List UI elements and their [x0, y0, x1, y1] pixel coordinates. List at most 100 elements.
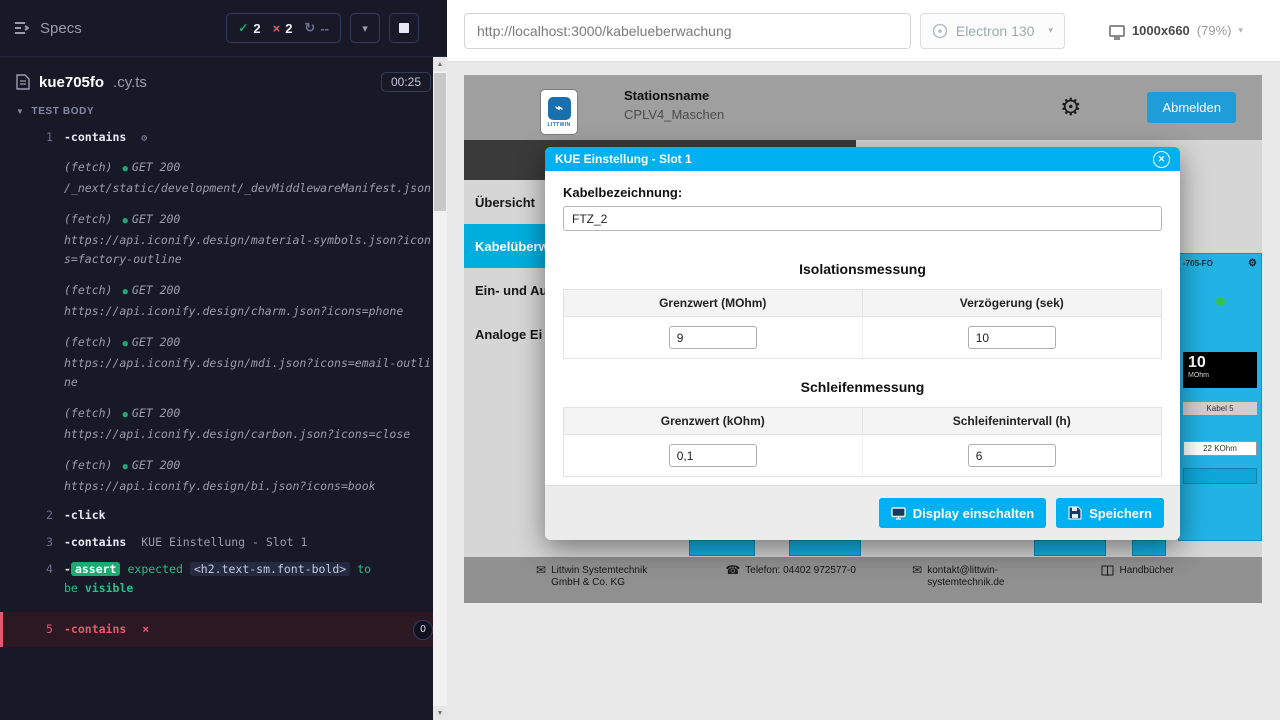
- sidebar-scrollbar[interactable]: ▲ ▼: [433, 57, 447, 720]
- nav-label: Analoge Ei: [475, 327, 542, 342]
- measurement-value: 10: [1188, 354, 1252, 372]
- modal-close-button[interactable]: ✕: [1153, 151, 1170, 168]
- fetch-log-entry[interactable]: (fetch)●GET 200 https://api.iconify.desi…: [0, 327, 447, 398]
- stat-passed: ✓ 2: [238, 21, 260, 36]
- iso-grenzwert-input[interactable]: [669, 326, 757, 349]
- logout-button[interactable]: Abmelden: [1147, 92, 1236, 123]
- iso-heading: Isolationsmessung: [563, 261, 1162, 277]
- station-info: Stationsname CPLV4_Maschen: [624, 88, 724, 122]
- electron-icon: [932, 23, 948, 39]
- slot-card: -705-FO ⚙ 10 MOhm Kabel 5 22 KOhm: [1178, 253, 1262, 541]
- assert-dash: -: [64, 562, 71, 576]
- phone-icon: ☎: [725, 565, 740, 576]
- command-name: -contains: [64, 622, 126, 636]
- viewport-selector[interactable]: 1000x660 (79%) ▾: [1098, 13, 1254, 49]
- command-number: 2: [46, 506, 53, 525]
- loop-grenzwert-input[interactable]: [669, 444, 757, 467]
- command-row[interactable]: 3 -contains KUE Einstellung - Slot 1: [0, 529, 447, 556]
- iso-table-row: [564, 317, 1161, 358]
- cypress-header: Specs ✓ 2 × 2 ↻ --: [0, 0, 447, 57]
- test-body-toggle[interactable]: ▼ TEST BODY: [0, 101, 447, 124]
- fetch-tag: (fetch): [64, 335, 112, 349]
- floppy-icon: [1068, 506, 1082, 520]
- save-button[interactable]: Speichern: [1056, 498, 1164, 528]
- status-dot-icon: [1216, 297, 1225, 306]
- footer-phone: ☎ Telefon: 04402 972577-0: [725, 565, 856, 577]
- kabel-chip: Kabel 5: [1183, 402, 1257, 415]
- nav-item-ein-aus[interactable]: Ein- und Au: [464, 268, 545, 312]
- fetch-log-entry[interactable]: (fetch)●GET 200 https://api.iconify.desi…: [0, 275, 447, 327]
- slot-card-header: -705-FO ⚙: [1183, 258, 1257, 269]
- spec-extension: .cy.ts: [113, 74, 147, 91]
- command-log: 1 -contains ⚙ (fetch)●GET 200 /_next/sta…: [0, 124, 447, 647]
- footer-manuals[interactable]: Handbücher: [1101, 565, 1173, 577]
- stop-run-button[interactable]: [389, 13, 419, 43]
- browser-selector[interactable]: Electron 130 ▾: [920, 13, 1065, 49]
- scroll-down-button[interactable]: ▼: [433, 706, 447, 720]
- scrollbar-thumb[interactable]: [434, 73, 446, 211]
- failed-command-row[interactable]: 5 -contains × 0: [0, 612, 447, 647]
- fetch-log-entry[interactable]: (fetch)●GET 200 https://api.iconify.desi…: [0, 450, 447, 502]
- fetch-log-entry[interactable]: (fetch)●GET 200 /_next/static/developmen…: [0, 152, 447, 204]
- monitor-icon: [1109, 25, 1125, 37]
- measurement-display: 10 MOhm: [1183, 352, 1257, 388]
- fetch-status: GET 200: [132, 335, 180, 349]
- logo-text: LITTWIN: [547, 122, 570, 128]
- command-row[interactable]: 2 -click: [0, 502, 447, 529]
- spec-title-row[interactable]: kue705fo .cy.ts 00:25: [0, 57, 447, 101]
- nav-item-analoge[interactable]: Analoge Ei: [464, 312, 545, 356]
- address-bar[interactable]: [464, 13, 911, 49]
- partial-button[interactable]: [1034, 540, 1106, 556]
- triangle-down-icon: ▼: [437, 710, 444, 717]
- command-name: -contains: [64, 535, 126, 549]
- specs-menu-button[interactable]: Specs: [14, 20, 82, 37]
- fetch-log-entry[interactable]: (fetch)●GET 200 https://api.iconify.desi…: [0, 204, 447, 275]
- passed-count: 2: [253, 21, 260, 36]
- stop-icon: [399, 23, 409, 33]
- partial-button[interactable]: [689, 540, 755, 556]
- resistance-chip: 22 KOhm: [1183, 441, 1257, 456]
- scroll-up-button[interactable]: ▲: [433, 57, 447, 71]
- aut-panel: Electron 130 ▾ 1000x660 (79%) ▾ ⌁ LITTWI…: [447, 0, 1280, 720]
- chevron-down-icon: ▼: [16, 107, 25, 116]
- loop-table: Grenzwert (kOhm) Schleifenintervall (h): [563, 407, 1162, 477]
- command-number: 1: [46, 128, 53, 147]
- partial-button[interactable]: [789, 540, 861, 556]
- kabel-name-input[interactable]: [563, 206, 1162, 231]
- status-dot-icon: ●: [122, 287, 127, 297]
- display-button-label: Display einschalten: [913, 506, 1034, 521]
- loop-intervall-input[interactable]: [968, 444, 1056, 467]
- stats-box[interactable]: ✓ 2 × 2 ↻ --: [226, 13, 341, 43]
- slot-action-button[interactable]: [1183, 468, 1257, 484]
- company-text: Littwin Systemtechnik GmbH & Co. KG: [551, 565, 669, 589]
- loop-cell-1: [564, 435, 863, 476]
- spec-name: kue705fo: [39, 74, 104, 91]
- stat-failed: × 2: [273, 21, 293, 36]
- assert-expected: expected: [127, 562, 182, 576]
- mail-icon: ✉: [536, 565, 546, 576]
- mail-icon: ✉: [912, 565, 922, 576]
- assert-text: -assertexpected<h2.text-sm.font-bold>to …: [64, 560, 419, 598]
- fetch-url: https://api.iconify.design/mdi.json?icon…: [64, 354, 431, 392]
- chevron-down-icon: ▾: [1048, 25, 1053, 36]
- collapse-button[interactable]: ▾: [350, 13, 380, 43]
- nav-item-uebersicht[interactable]: Übersicht: [464, 180, 545, 224]
- slot-gear-icon[interactable]: ⚙: [1248, 258, 1257, 269]
- iso-verzoegerung-input[interactable]: [968, 326, 1056, 349]
- display-on-button[interactable]: Display einschalten: [879, 498, 1046, 528]
- viewport-zoom: (79%): [1197, 23, 1232, 38]
- command-number: 4: [46, 560, 53, 579]
- fetch-tag: (fetch): [64, 160, 112, 174]
- device-name: -705-FO: [1183, 259, 1213, 268]
- loop-cell-2: [863, 435, 1162, 476]
- partial-button[interactable]: [1132, 540, 1166, 556]
- app-header: ⌁ LITTWIN Stationsname CPLV4_Maschen ⚙ A…: [464, 75, 1262, 140]
- command-row[interactable]: 1 -contains ⚙: [0, 124, 447, 152]
- assert-command-row[interactable]: 4 -assertexpected<h2.text-sm.font-bold>t…: [0, 556, 447, 602]
- settings-gear-icon[interactable]: ⚙: [1060, 93, 1082, 122]
- chevron-down-icon: ▾: [362, 22, 368, 35]
- fetch-log-entry[interactable]: (fetch)●GET 200 https://api.iconify.desi…: [0, 398, 447, 450]
- book-icon: [1101, 565, 1114, 577]
- fetch-url: https://api.iconify.design/material-symb…: [64, 231, 431, 269]
- nav-item-kabelueberwachung[interactable]: Kabelüberw: [464, 224, 545, 268]
